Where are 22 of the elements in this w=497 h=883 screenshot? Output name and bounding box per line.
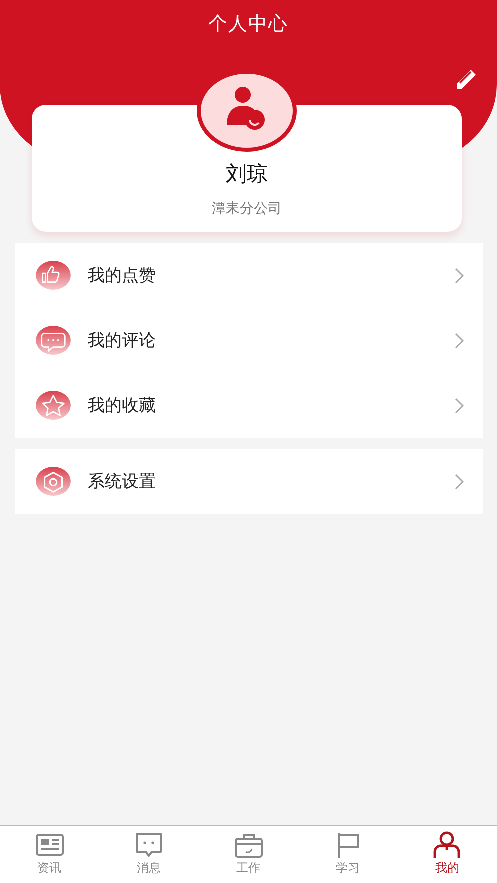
page-title: 个人中心 [208, 12, 288, 37]
chevron-right-icon [455, 268, 465, 284]
chat-bubble-icon [35, 325, 72, 356]
tab[interactable]: 工作 [198, 826, 298, 883]
menu-item[interactable]: 系统设置 [15, 449, 483, 514]
tab[interactable]: 我的 [398, 826, 497, 883]
menu-item[interactable]: 我的收藏 [15, 373, 483, 438]
organization-name: 潭耒分公司 [212, 200, 282, 218]
menu-item[interactable]: 我的点赞 [15, 243, 483, 308]
menu-label: 我的收藏 [88, 395, 157, 417]
chevron-right-icon [455, 398, 465, 414]
chevron-right-icon [455, 474, 465, 490]
tab[interactable]: 消息 [99, 826, 199, 883]
chevron-right-icon [455, 332, 465, 348]
tab[interactable]: 资讯 [0, 826, 100, 883]
thumbs-up-icon [35, 260, 72, 291]
user-name: 刘琼 [226, 161, 268, 188]
menu-label: 我的评论 [88, 330, 157, 352]
menu-label: 我的点赞 [88, 265, 157, 287]
menu-label: 系统设置 [88, 471, 157, 493]
tab[interactable]: 学习 [298, 826, 398, 883]
menu-item[interactable]: 我的评论 [15, 308, 483, 373]
